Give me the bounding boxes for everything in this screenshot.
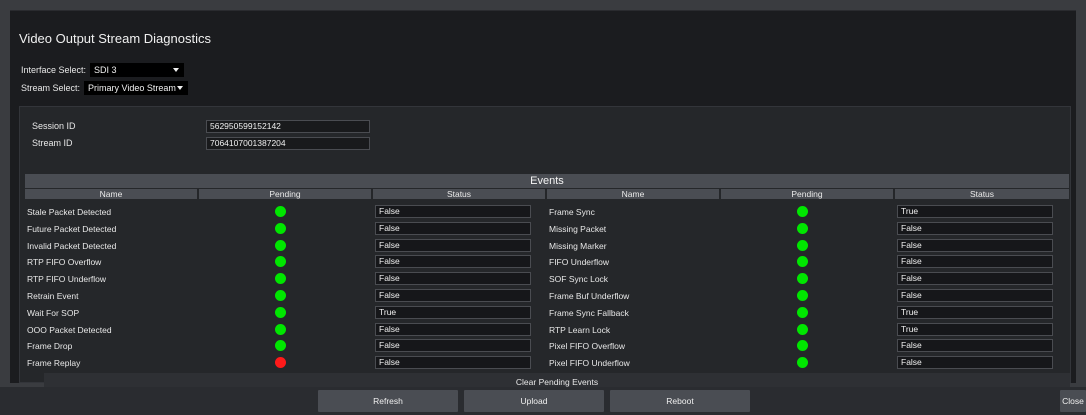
event-status-field: False — [375, 221, 531, 235]
event-name: Invalid Packet Detected — [27, 240, 117, 251]
pending-indicator-icon — [275, 340, 286, 352]
col-pending-left: Pending — [199, 189, 371, 199]
session-id-field: 562950599152142 — [206, 120, 370, 133]
pending-indicator-icon — [797, 256, 808, 268]
event-status-field: False — [375, 356, 531, 370]
pending-indicator-icon — [275, 290, 286, 301]
table-row: Frame Replay False Pixel FIFO Underflow Fal… — [25, 355, 1069, 371]
event-status-field: False — [375, 322, 531, 336]
pending-indicator-icon — [797, 239, 808, 251]
chevron-down-icon — [173, 68, 180, 72]
col-status-left: Status — [373, 189, 545, 199]
event-status-field: False — [375, 339, 531, 353]
stream-select-label: Stream Select: — [21, 83, 81, 93]
table-row: Future Packet Detected False Missing Packe… — [25, 221, 1069, 237]
col-status-right: Status — [895, 189, 1069, 199]
event-name: Missing Marker — [549, 240, 607, 251]
event-name: Frame Sync Fallback — [549, 307, 629, 318]
event-status-field: False — [375, 255, 531, 269]
pending-indicator-icon — [275, 273, 286, 285]
event-name: Missing Packet — [549, 223, 607, 234]
event-status-field: True — [897, 205, 1053, 218]
page-title: Video Output Stream Diagnostics — [19, 31, 211, 46]
event-name: Frame Buf Underflow — [549, 291, 630, 301]
pending-indicator-icon — [797, 323, 808, 335]
event-status-field: False — [897, 339, 1053, 353]
interface-select-row: Interface Select: SDI 3 — [21, 63, 185, 77]
event-name: Frame Replay — [27, 358, 81, 369]
pending-indicator-icon — [275, 239, 286, 251]
interface-select-dropdown[interactable]: SDI 3 — [90, 63, 185, 77]
event-name: OOO Packet Detected — [27, 324, 112, 335]
event-status-field: False — [375, 272, 531, 286]
event-name: Retrain Event — [27, 291, 79, 301]
event-name: Frame Sync — [549, 207, 595, 217]
refresh-button[interactable]: Refresh — [318, 390, 458, 412]
event-status-field: True — [897, 305, 1053, 319]
event-name: RTP FIFO Underflow — [27, 274, 107, 285]
stream-id-label: Stream ID — [32, 138, 73, 148]
event-status-field: False — [897, 356, 1053, 370]
diagnostics-panel: Session ID 562950599152142 Stream ID 706… — [19, 106, 1071, 391]
upload-button[interactable]: Upload — [464, 390, 604, 412]
close-button[interactable]: Close — [1060, 390, 1086, 412]
pending-indicator-icon — [797, 206, 808, 217]
table-row: RTP FIFO Underflow False SOF Sync Lock Fals… — [25, 271, 1069, 287]
event-name: FIFO Underflow — [549, 257, 609, 268]
table-row: Wait For SOP True Frame Sync Fallback True — [25, 305, 1069, 321]
event-status-field: False — [897, 289, 1053, 302]
pending-indicator-icon — [275, 206, 286, 217]
event-status-field: False — [897, 221, 1053, 235]
events-header: Events — [25, 174, 1069, 188]
event-status-field: True — [897, 322, 1053, 336]
event-name: Pixel FIFO Overflow — [549, 341, 626, 352]
event-status-field: False — [375, 289, 531, 302]
pending-indicator-icon — [275, 256, 286, 268]
pending-indicator-icon — [275, 357, 286, 369]
table-row: OOO Packet Detected False RTP Learn Lock Tr… — [25, 322, 1069, 338]
interface-select-label: Interface Select: — [21, 65, 87, 75]
session-id-label: Session ID — [32, 121, 76, 131]
stream-select-row: Stream Select: Primary Video Stream — [21, 81, 189, 95]
pending-indicator-icon — [797, 222, 808, 234]
stream-select-dropdown[interactable]: Primary Video Stream — [84, 81, 189, 95]
pending-indicator-icon — [797, 306, 808, 318]
col-pending-right: Pending — [721, 189, 893, 199]
event-name: RTP Learn Lock — [549, 324, 611, 335]
event-status-field: False — [897, 272, 1053, 286]
stream-select-value: Primary Video Stream — [88, 83, 176, 93]
col-name-left: Name — [25, 189, 197, 199]
event-name: Stale Packet Detected — [27, 207, 112, 217]
pending-indicator-icon — [797, 273, 808, 285]
event-status-field: False — [375, 238, 531, 252]
footer-bar: Refresh Upload Reboot Close — [0, 387, 1086, 415]
table-row: Stale Packet Detected False Frame Sync True — [25, 204, 1069, 220]
diagnostics-window: Video Output Stream Diagnostics Interfac… — [10, 10, 1076, 391]
table-row: Invalid Packet Detected False Missing Mark… — [25, 238, 1069, 254]
pending-indicator-icon — [797, 290, 808, 301]
table-row: Frame Drop False Pixel FIFO Overflow False — [25, 338, 1069, 354]
event-status-field: False — [375, 205, 531, 218]
event-name: Future Packet Detected — [27, 223, 117, 234]
table-row: RTP FIFO Overflow False FIFO Underflow Fals… — [25, 254, 1069, 270]
event-name: SOF Sync Lock — [549, 274, 609, 285]
pending-indicator-icon — [275, 323, 286, 335]
event-name: RTP FIFO Overflow — [27, 257, 102, 268]
event-status-field: True — [375, 305, 531, 319]
event-name: Wait For SOP — [27, 307, 80, 318]
event-status-field: False — [897, 255, 1053, 269]
pending-indicator-icon — [275, 222, 286, 234]
stream-id-field: 7064107001387204 — [206, 137, 370, 150]
table-row: Retrain Event False Frame Buf Underflow Fal… — [25, 288, 1069, 304]
pending-indicator-icon — [275, 306, 286, 318]
pending-indicator-icon — [797, 357, 808, 369]
col-name-right: Name — [547, 189, 719, 199]
event-name: Pixel FIFO Underflow — [549, 358, 630, 369]
event-name: Frame Drop — [27, 341, 73, 352]
event-status-field: False — [897, 238, 1053, 252]
reboot-button[interactable]: Reboot — [610, 390, 750, 412]
pending-indicator-icon — [797, 340, 808, 352]
interface-select-value: SDI 3 — [94, 65, 117, 75]
chevron-down-icon — [177, 86, 184, 90]
